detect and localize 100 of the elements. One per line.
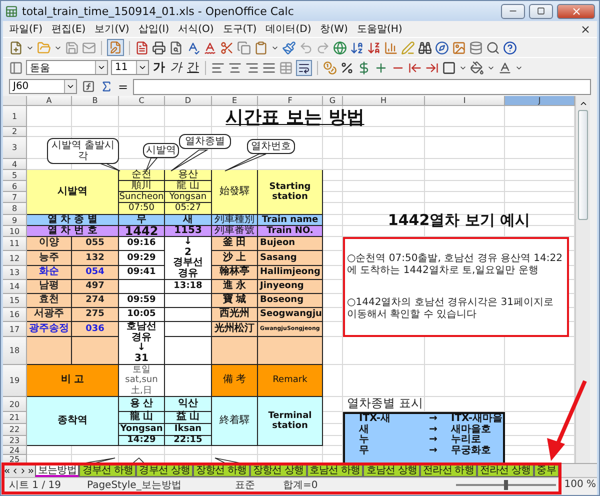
paste-icon[interactable] [254,40,268,54]
column-header[interactable]: C [119,96,165,106]
align-center-icon[interactable] [228,60,242,74]
row-header[interactable]: 22 [3,424,27,436]
equals-sign[interactable]: = [118,80,128,94]
column-header[interactable]: D [165,96,212,106]
number-format-icon[interactable] [357,60,371,74]
function-wizard-icon[interactable] [82,80,95,93]
chart-icon[interactable] [384,40,398,54]
zoom-thumb[interactable] [504,480,508,490]
minimize-button[interactable] [501,4,525,18]
font-color-icon[interactable] [498,60,512,74]
maximize-button[interactable] [529,4,553,18]
menu-item[interactable]: 데이터(D) [266,22,312,36]
row-header[interactable]: 15 [3,294,27,308]
caret-icon[interactable] [97,63,106,72]
row-header[interactable]: 20 [3,397,27,412]
row-header[interactable]: 11 [3,237,27,251]
column-header[interactable]: H [343,96,425,106]
column-header[interactable]: B [72,96,119,106]
menu-item[interactable]: 파일(F) [9,22,43,36]
sum-icon[interactable] [100,80,113,93]
binoculars-icon[interactable] [418,40,432,54]
underline-button[interactable]: 간 [186,59,200,76]
border-icon[interactable] [442,60,456,74]
edit-mode-button[interactable] [107,39,124,56]
database-icon[interactable] [469,40,483,54]
caret-icon[interactable] [138,63,147,72]
sidebar-icon[interactable] [9,60,23,74]
menu-item[interactable]: 도구(T) [222,22,257,36]
search-icon[interactable] [486,40,500,54]
align-justify-icon[interactable] [262,60,276,74]
scroll-thumb[interactable] [578,110,588,220]
sort-descending-icon[interactable] [367,40,381,54]
vertical-scrollbar[interactable] [575,96,590,463]
column-header[interactable]: I [425,96,505,106]
cut-icon[interactable] [220,40,234,54]
increase-indent-icon[interactable] [425,60,439,74]
menu-item[interactable]: 삽입(I) [138,22,170,36]
print-preview-icon[interactable] [169,40,183,54]
merge-cells-icon[interactable] [279,60,293,74]
compass-icon[interactable] [435,40,449,54]
column-header[interactable]: F [258,96,323,106]
spellcheck-icon[interactable] [203,40,217,54]
new-document-icon[interactable] [9,40,23,54]
first-sheet-icon[interactable] [3,466,11,474]
menu-item[interactable]: 창(W) [320,22,348,36]
row-header[interactable]: 12 [3,251,27,266]
menu-item[interactable]: 편집(E) [52,22,86,36]
row-header[interactable]: 24 [3,446,27,455]
fill-color-icon[interactable] [470,60,484,74]
italic-button[interactable]: 가 [169,59,183,76]
decrease-indent-icon[interactable] [408,60,422,74]
row-header[interactable]: 1 [3,106,27,127]
copy-icon[interactable] [237,40,251,54]
name-box[interactable]: J60 [9,79,77,94]
row-header[interactable]: 4 [3,159,27,170]
row-header[interactable]: 3 [3,137,27,159]
align-left-icon[interactable] [211,60,225,74]
image-icon[interactable] [452,40,466,54]
column-header[interactable]: J [505,96,575,106]
row-header[interactable]: 13 [3,266,27,280]
row-header[interactable]: 23 [3,436,27,446]
brush-icon[interactable] [282,40,296,54]
percent-icon[interactable] [340,60,354,74]
sort-ascending-icon[interactable] [350,40,364,54]
row-header[interactable]: 7 [3,192,27,203]
print-icon[interactable] [152,40,166,54]
row-header[interactable]: 6 [3,181,27,192]
formula-input[interactable] [133,78,591,94]
last-sheet-icon[interactable] [27,466,35,474]
horizontal-scrollbar[interactable] [558,464,597,477]
bold-button[interactable]: 가 [152,59,166,76]
menu-item[interactable]: 서식(O) [178,22,214,36]
add-decimal-icon[interactable] [374,60,388,74]
spellcheck-icon[interactable] [186,40,200,54]
row-header[interactable]: 5 [3,170,27,181]
menu-item[interactable]: 도움말(H) [356,22,402,36]
close-icon[interactable] [580,24,591,34]
close-button[interactable] [557,4,595,18]
previous-sheet-icon[interactable] [11,466,19,474]
row-header[interactable]: 19 [3,365,27,397]
align-right-icon[interactable] [245,60,259,74]
font-size-field[interactable]: 11 [111,60,149,75]
column-header[interactable]: A [27,96,72,106]
column-header[interactable]: G [323,96,343,106]
row-header[interactable]: 2 [3,127,27,137]
row-header[interactable]: 16 [3,308,27,322]
menu-item[interactable]: 보기(V) [94,22,130,36]
pdf-icon[interactable] [135,40,149,54]
wrap-text-button[interactable] [296,60,312,76]
row-header[interactable]: 18 [3,337,27,365]
row-header[interactable]: 17 [3,322,27,337]
row-header[interactable]: 21 [3,412,27,424]
column-header[interactable]: E [212,96,258,106]
caret-icon[interactable] [66,82,75,91]
globe-icon[interactable] [333,40,347,54]
row-header[interactable]: 14 [3,280,27,294]
next-sheet-icon[interactable] [19,466,27,474]
help-icon[interactable] [503,40,517,54]
